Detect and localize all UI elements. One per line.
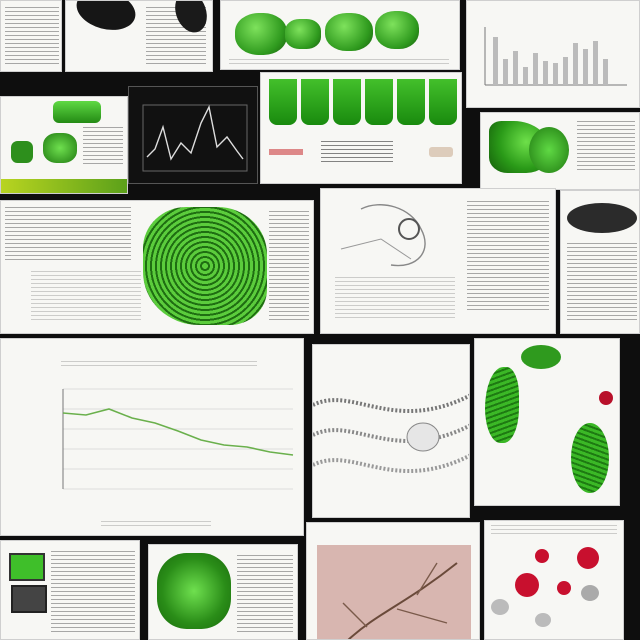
textured-leaf-sheet xyxy=(0,200,314,334)
green-blob-sheet xyxy=(148,544,298,640)
cross-section-sketch xyxy=(312,344,470,518)
green-bulb-2 xyxy=(529,127,569,173)
waveform-svg xyxy=(142,104,248,172)
green-leaf-specimens xyxy=(0,96,128,194)
berry-3 xyxy=(515,573,539,597)
sketch-diagram-sheet xyxy=(320,188,556,334)
dark-leaf-shape xyxy=(72,1,140,37)
red-berries-sheet xyxy=(484,520,624,640)
line-chart-svg xyxy=(62,388,294,490)
device-2 xyxy=(11,585,47,613)
green-bulb-sheet xyxy=(480,112,640,190)
yellow-green-strip xyxy=(1,179,127,193)
bar-chart-sheet xyxy=(466,0,640,108)
dark-leaf-illustration xyxy=(65,0,213,72)
pebble-1 xyxy=(491,599,509,615)
line-chart-sheet xyxy=(0,338,304,536)
text-sheet-top-left xyxy=(0,0,62,72)
berry-1 xyxy=(535,549,549,563)
plant-leaf-3 xyxy=(571,423,609,493)
pink-tab-right xyxy=(429,147,453,157)
dark-waveform-plot xyxy=(128,86,258,184)
dark-leaf xyxy=(567,203,637,233)
pod-3 xyxy=(325,13,373,51)
pod-4 xyxy=(375,11,419,49)
berry-2 xyxy=(577,547,599,569)
veins-svg xyxy=(342,562,458,639)
leaf-specimen-3 xyxy=(11,141,33,163)
green-pods-row xyxy=(220,0,460,70)
plant-leaf-1 xyxy=(485,367,519,443)
chart-line xyxy=(62,408,294,456)
leaf-specimen-1 xyxy=(53,101,101,123)
pod-1 xyxy=(235,13,287,55)
textured-leaf xyxy=(143,207,267,325)
pink-tab-left xyxy=(269,149,303,155)
green-blob xyxy=(157,553,231,629)
bar-chart-svg xyxy=(484,27,627,86)
device-1 xyxy=(9,553,45,581)
tissue-veins-sheet xyxy=(306,522,480,640)
pebble-2 xyxy=(581,585,599,601)
green-cups-sheet xyxy=(260,72,462,184)
berry-4 xyxy=(557,581,571,595)
green-plant-diagram xyxy=(474,338,620,506)
green-cups-row xyxy=(269,79,457,125)
pebble-3 xyxy=(535,613,551,627)
pod-2 xyxy=(285,19,321,49)
chart-grid xyxy=(62,388,293,490)
plant-leaf-2 xyxy=(521,345,561,369)
devices-sheet xyxy=(0,540,140,640)
plant-berry xyxy=(599,391,613,405)
cross-section-svg xyxy=(313,393,469,473)
leaf-specimen-2 xyxy=(43,133,77,163)
dark-leaf-right xyxy=(560,190,640,334)
